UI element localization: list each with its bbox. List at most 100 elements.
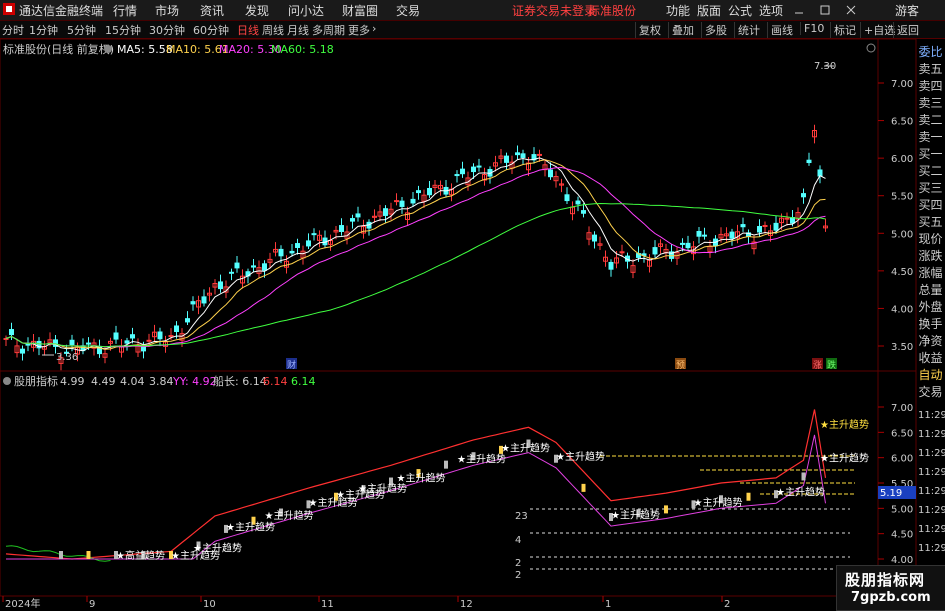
side-panel-item-2: 卖四	[918, 79, 943, 93]
candle-body	[619, 251, 625, 254]
quote-side-panel: 委比 卖五 卖四 卖三 卖二 卖一 买一 买二 买三 买四 买五 现价 涨跌 涨幅 总量 外盘 换手 净资 收益 自动…	[916, 44, 945, 494]
main-y-label-2: 6.00	[891, 154, 913, 165]
candle-body	[515, 152, 520, 156]
side-panel-item-3: 卖三	[918, 96, 943, 110]
indicator-green-value: 6.14	[291, 375, 316, 388]
candle-body	[801, 193, 806, 198]
indicator-value-3: 4.04	[120, 375, 145, 388]
info-circle-icon	[104, 45, 112, 53]
main-y-label-6: 4.00	[891, 304, 913, 315]
side-panel-item-4: 卖二	[918, 113, 943, 127]
side-panel-item-11: 现价	[918, 232, 943, 246]
candle-body	[251, 265, 256, 268]
signal-label-9: ★主升趋势	[457, 453, 506, 466]
count-label-4: 2	[515, 570, 521, 581]
candle-body	[416, 190, 421, 194]
candle-body	[762, 225, 768, 228]
ma20-line	[5, 166, 826, 348]
signal-label-12: ★主升趋势	[611, 508, 660, 521]
candle-body	[520, 153, 526, 158]
time-label-5: 11:29	[918, 505, 945, 516]
time-label-7: 11:29	[918, 543, 945, 554]
side-panel-item-15: 外盘	[918, 300, 943, 314]
event-marker-forecast-text: 预	[676, 360, 685, 371]
ind-bar	[664, 505, 668, 514]
candle-body	[394, 200, 399, 203]
count-label-3: 2	[515, 558, 521, 569]
x-label-5: 1	[605, 599, 611, 609]
candle-body	[9, 329, 14, 336]
candle-body	[806, 159, 812, 164]
candle-body	[817, 169, 823, 177]
chart-area[interactable]: 标准股份(日线 前复权) MA5: 5.58 MA10: 5.61 MA20: …	[0, 0, 945, 609]
candle-body	[278, 248, 284, 257]
indicator-value-1: 4.99	[60, 375, 85, 388]
candle-body	[157, 331, 163, 340]
main-price-axis: 7.00 6.50 6.00 5.50 5.00 4.50 4.00 3.50	[878, 79, 913, 353]
ind-bar	[59, 551, 63, 559]
side-panel-item-12: 涨跌	[918, 249, 943, 263]
side-panel-item-5: 卖一	[918, 130, 943, 144]
side-panel-item-16: 换手	[918, 317, 943, 331]
event-marker-up-text: 涨	[813, 360, 822, 371]
count-label-2: 4	[515, 535, 521, 546]
candle-body	[3, 337, 9, 340]
candle-body	[311, 233, 317, 236]
candle-body	[460, 168, 465, 175]
candle-body	[350, 218, 355, 222]
candle-body	[757, 226, 762, 233]
candle-body	[696, 230, 702, 237]
side-panel-item-19: 自动	[918, 368, 943, 382]
signal-label-top: ★主升趋势	[820, 418, 869, 431]
main-y-label-1: 6.50	[891, 117, 913, 128]
candle-body	[454, 174, 460, 177]
candle-body	[729, 231, 735, 239]
candle-body	[86, 342, 91, 345]
x-label-3: 11	[321, 599, 334, 609]
indicator-value-2: 4.49	[91, 375, 116, 388]
indicator-value-4: 3.84	[149, 375, 174, 388]
side-panel-item-18: 收益	[918, 351, 943, 365]
signal-label-2: ★主升趋势	[193, 541, 242, 554]
signal-label-11: ★主升趋势	[556, 450, 605, 463]
ma5-label: MA5: 5.58	[117, 43, 173, 56]
side-panel-item-20: 交易	[918, 385, 943, 399]
watermark-line2: 7gpzb.com	[851, 590, 931, 605]
ind-y-label-0: 7.00	[891, 403, 913, 414]
x-label-0: 2024年	[5, 597, 40, 609]
candle-body	[339, 225, 344, 232]
time-label-6: 11:29	[918, 524, 945, 535]
signal-label-3: ★主升趋势	[226, 520, 275, 533]
candle-body	[548, 169, 553, 178]
candle-body	[504, 155, 509, 163]
x-label-6: 2	[724, 599, 730, 609]
x-label-4: 12	[460, 599, 473, 609]
candle-body	[685, 242, 691, 249]
main-y-label-0: 7.00	[891, 79, 913, 90]
candle-body	[20, 348, 25, 354]
candle-body	[289, 250, 295, 254]
main-panel-frame	[0, 38, 917, 372]
candle-body	[784, 217, 790, 220]
candle-body	[410, 198, 416, 204]
candle-body	[185, 318, 190, 323]
ind-y-label-4: 5.00	[891, 504, 913, 515]
indicator-yy: YY: 4.92	[172, 375, 217, 388]
current-price-tag-text: 5.19	[880, 488, 902, 499]
x-label-1: 9	[89, 599, 95, 609]
candle-body	[399, 200, 405, 207]
candle-body	[537, 153, 542, 156]
candle-body	[130, 334, 135, 339]
candle-body	[229, 271, 234, 274]
settings-gear-icon	[866, 43, 876, 53]
count-label-1: 23	[515, 511, 528, 522]
candle-body	[113, 332, 119, 340]
candle-body	[124, 340, 130, 344]
candle-body	[218, 281, 223, 290]
candle-body	[608, 261, 614, 270]
candle-body	[652, 247, 658, 255]
indicator-info-icon	[3, 377, 11, 385]
watermark-line1: 股朋指标网	[845, 571, 926, 589]
ind-bar	[444, 460, 448, 469]
ind-bar	[746, 492, 751, 501]
